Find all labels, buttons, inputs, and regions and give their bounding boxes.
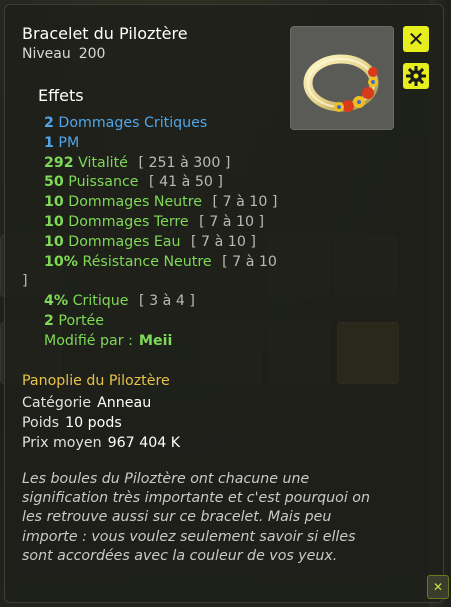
effect-range-continued: ] (22, 273, 28, 290)
effect-name: Dommages Terre (68, 213, 189, 230)
effect-value: 10 (44, 233, 64, 250)
price-value: 967 404 K (107, 435, 181, 451)
price-row: Prix moyen 967 404 K (22, 433, 180, 453)
effect-value: 50 (44, 174, 64, 191)
effect-value: 10% (44, 253, 78, 270)
effect-row: 50 Puissance [ 41 à 50 ] (44, 173, 299, 193)
effects-heading: Effets (38, 86, 84, 105)
effect-value: 10 (44, 213, 64, 230)
settings-button[interactable] (403, 63, 429, 89)
weight-value: 10 pods (65, 415, 122, 431)
effect-value: 1 (44, 134, 54, 151)
gear-icon (406, 66, 426, 86)
side-toggle-button[interactable]: ✕ (427, 575, 449, 599)
level-label: Niveau (22, 46, 71, 62)
weight-row: Poids 10 pods (22, 413, 180, 433)
effect-row: 10 Dommages Terre [ 7 à 10 ] (44, 213, 299, 233)
effect-range: [ 3 à 4 ] (139, 293, 195, 310)
effect-name: Puissance (68, 174, 139, 191)
item-details: Catégorie Anneau Poids 10 pods Prix moyen 9… (22, 393, 180, 453)
effect-row: 2 Portée (44, 312, 299, 332)
effect-range: [ 7 à 10 (222, 253, 277, 270)
effect-row: 292 Vitalité [ 251 à 300 ] (44, 154, 299, 174)
cross-icon: ✕ (432, 580, 444, 594)
category-label: Catégorie (22, 395, 92, 411)
effect-name: Portée (58, 312, 104, 329)
item-title: Bracelet du Piloztère (22, 24, 188, 43)
effect-row: 10 Dommages Neutre [ 7 à 10 ] (44, 193, 299, 213)
effect-name: Vitalité (78, 154, 128, 171)
effect-value: 2 (44, 312, 54, 329)
weight-label: Poids (22, 415, 60, 431)
close-icon: ✕ (407, 27, 425, 51)
close-button[interactable]: ✕ (403, 26, 429, 52)
effects-list: 2 Dommages Critiques 1 PM 292 Vitalité [… (22, 114, 299, 352)
effect-name: Dommages Neutre (68, 194, 202, 211)
effect-value: 10 (44, 194, 64, 211)
effect-name: Dommages Critiques (58, 115, 208, 131)
effect-range: [ 7 à 10 ] (191, 233, 256, 250)
item-description: Les boules du Piloztère ont chacune une … (22, 471, 370, 564)
effect-range: [ 7 à 10 ] (199, 213, 265, 230)
effect-row: 2 Dommages Critiques (44, 114, 299, 134)
effect-row: 10% Résistance Neutre [ 7 à 10 ] (22, 253, 299, 293)
price-label: Prix moyen (22, 435, 102, 451)
category-row: Catégorie Anneau (22, 393, 180, 413)
effect-value: 2 (44, 115, 54, 131)
effect-row: 10 Dommages Eau [ 7 à 10 ] (44, 233, 299, 253)
effect-range: [ 251 à 300 ] (138, 154, 231, 171)
modified-by-name: Meii (138, 332, 173, 349)
effect-range: [ 41 à 50 ] (149, 174, 223, 191)
modified-label: Modifié par : (44, 332, 133, 349)
effect-row: 4% Critique [ 3 à 4 ] (44, 292, 299, 312)
item-image-frame (290, 26, 394, 130)
effect-name: Résistance Neutre (82, 253, 212, 270)
effect-row: 1 PM (44, 134, 299, 154)
effect-range: [ 7 à 10 ] (212, 194, 278, 211)
set-link[interactable]: Panoplie du Piloztère (22, 373, 170, 389)
effect-name: PM (58, 134, 80, 151)
item-level: Niveau 200 (22, 46, 105, 62)
modified-by: Modifié par : Meii (44, 332, 299, 352)
effect-name: Dommages Eau (68, 233, 181, 250)
effect-name: Critique (72, 293, 129, 310)
bracelet-item-icon (303, 54, 379, 112)
level-value: 200 (78, 46, 106, 62)
effect-value: 4% (44, 293, 69, 310)
effect-value: 292 (44, 154, 74, 171)
category-value: Anneau (97, 395, 152, 411)
